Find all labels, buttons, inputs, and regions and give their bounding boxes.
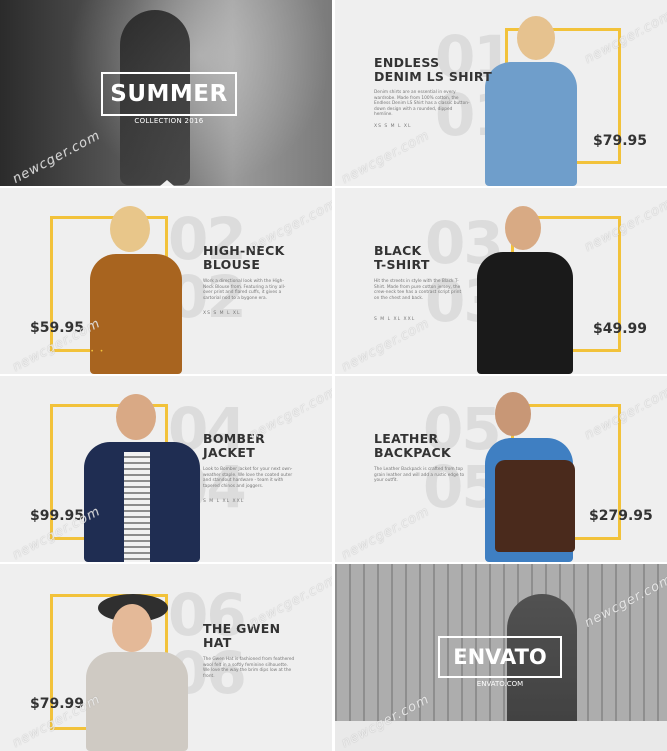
product-title: HIGH-NECK BLOUSE bbox=[203, 243, 285, 272]
hero-subtitle: COLLECTION 2016 bbox=[134, 117, 204, 125]
watermark: newcger.com bbox=[247, 196, 332, 255]
product-title: BLACK T-SHIRT bbox=[374, 243, 430, 272]
watermark: newcger.com bbox=[339, 504, 433, 562]
product-slide-03: 03 03 BLACK T-SHIRT Hit the streets in st… bbox=[335, 188, 667, 374]
product-slide-05: 05 05 LEATHER BACKPACK The Leather Backpa… bbox=[335, 376, 667, 562]
product-sizes: XS S M L XL bbox=[203, 311, 241, 316]
watermark: newcger.com bbox=[339, 128, 433, 186]
product-description: Work a directional look with the High-Ne… bbox=[203, 279, 286, 301]
product-price: $79.95 bbox=[593, 133, 648, 149]
product-slide-04: 04 04 BOMBER JACKET Look to Bomber Jacket… bbox=[0, 376, 332, 562]
product-sizes: S M L XL XXL bbox=[203, 499, 245, 504]
product-title: THE GWEN HAT bbox=[203, 621, 281, 650]
product-title: ENDLESS DENIM LS SHIRT bbox=[374, 55, 493, 84]
slide-grid: SUMMER COLLECTION 2016 newcger.com 01 01… bbox=[0, 0, 667, 751]
decorative-dots: • • • • • bbox=[575, 348, 619, 355]
watermark: newcger.com bbox=[247, 572, 332, 631]
outro-subtitle: ENVATO.COM bbox=[476, 680, 524, 688]
hero-slide: SUMMER COLLECTION 2016 newcger.com bbox=[0, 0, 332, 186]
product-slide-01: 01 01 ENDLESS DENIM LS SHIRT Denim shirts… bbox=[335, 0, 667, 186]
product-description: The Gwen Hat is fashioned from feathered… bbox=[203, 657, 295, 679]
product-slide-02: 02 02 HIGH-NECK BLOUSE Work a directional… bbox=[0, 188, 332, 374]
hero-title: SUMMER bbox=[101, 72, 237, 116]
product-description: Denim shirts are an essential in every w… bbox=[374, 90, 470, 118]
product-description: Look to Bomber Jacket for your next own-… bbox=[203, 467, 293, 489]
product-description: Hit the streets in style with the Black … bbox=[374, 279, 462, 301]
watermark: newcger.com bbox=[339, 316, 433, 374]
outro-slide: ENVATO ENVATO.COM newcger.com newcger.co… bbox=[335, 564, 667, 751]
outro-title: ENVATO bbox=[438, 636, 562, 678]
product-price: $49.99 bbox=[593, 321, 648, 337]
watermark: newcger.com bbox=[247, 384, 332, 443]
product-price: $279.95 bbox=[589, 508, 653, 524]
product-title: LEATHER BACKPACK bbox=[374, 431, 452, 460]
decorative-dots: • • • • • bbox=[62, 348, 106, 355]
product-slide-06: 06 06 THE GWEN HAT The Gwen Hat is fashio… bbox=[0, 564, 332, 751]
product-sizes: XS S M L XL bbox=[374, 124, 412, 129]
product-description: The Leather Backpack is crafted from top… bbox=[374, 467, 465, 484]
pointer-notch bbox=[160, 180, 174, 186]
product-sizes: S M L XL XXL bbox=[374, 317, 416, 322]
